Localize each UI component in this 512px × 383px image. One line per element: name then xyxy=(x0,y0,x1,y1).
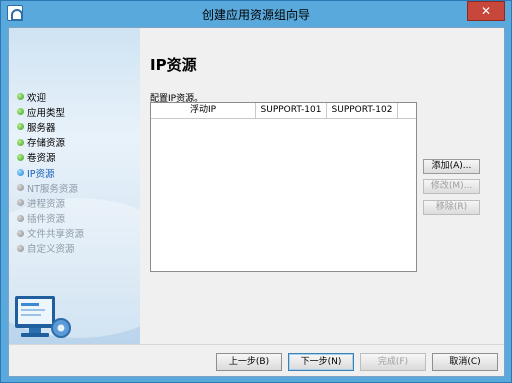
add-button[interactable]: 添加(A)... xyxy=(423,159,480,174)
wizard-window: 创建应用资源组向导 ✕ 欢迎 应用类型 服务器 存储资源 卷资源 IP资源 NT… xyxy=(0,0,512,383)
step-label: 进程资源 xyxy=(27,198,66,210)
window-title: 创建应用资源组向导 xyxy=(201,8,310,22)
step-status-icon xyxy=(17,214,24,222)
step-status-icon xyxy=(17,123,24,131)
step-label: 欢迎 xyxy=(27,92,47,104)
step-label: 应用类型 xyxy=(27,107,66,119)
step-nt-service: NT服务资源 xyxy=(17,180,84,195)
step-label: 自定义资源 xyxy=(27,244,75,256)
step-status-icon xyxy=(17,108,24,116)
step-label: 卷资源 xyxy=(27,153,56,165)
step-status-icon xyxy=(17,169,24,177)
remove-button[interactable]: 移除(R) xyxy=(423,200,480,215)
cancel-button[interactable]: 取消(C) xyxy=(432,353,498,371)
computer-gear-icon xyxy=(15,296,71,338)
step-welcome: 欢迎 xyxy=(17,89,84,104)
step-sidebar: 欢迎 应用类型 服务器 存储资源 卷资源 IP资源 NT服务资源 进程资源 插件… xyxy=(9,28,140,344)
step-app-type: 应用类型 xyxy=(17,104,84,119)
finish-button[interactable]: 完成(F) xyxy=(360,353,426,371)
step-status-icon xyxy=(17,244,24,252)
step-volume: 卷资源 xyxy=(17,150,84,165)
step-status-icon xyxy=(17,199,24,207)
wizard-body: 欢迎 应用类型 服务器 存储资源 卷资源 IP资源 NT服务资源 进程资源 插件… xyxy=(8,27,505,377)
step-ip: IP资源 xyxy=(17,165,84,180)
step-status-icon xyxy=(17,138,24,146)
column-header-support-102[interactable]: SUPPORT-102 xyxy=(327,103,398,118)
title-bar: 创建应用资源组向导 ✕ xyxy=(1,1,511,27)
step-label: 存储资源 xyxy=(27,138,66,150)
ip-resource-table[interactable]: 浮动IP SUPPORT-101 SUPPORT-102 xyxy=(150,102,417,272)
column-header-support-101[interactable]: SUPPORT-101 xyxy=(256,103,327,118)
step-storage: 存储资源 xyxy=(17,135,84,150)
step-list: 欢迎 应用类型 服务器 存储资源 卷资源 IP资源 NT服务资源 进程资源 插件… xyxy=(17,89,84,256)
step-status-icon xyxy=(17,184,24,192)
back-button[interactable]: 上一步(B) xyxy=(216,353,282,371)
step-server: 服务器 xyxy=(17,119,84,134)
step-label: NT服务资源 xyxy=(27,183,78,195)
step-status-icon xyxy=(17,153,24,161)
step-process: 进程资源 xyxy=(17,195,84,210)
step-file-share: 文件共享资源 xyxy=(17,226,84,241)
step-label: IP资源 xyxy=(27,168,55,180)
table-header: 浮动IP SUPPORT-101 SUPPORT-102 xyxy=(151,103,416,119)
step-label: 插件资源 xyxy=(27,214,66,226)
next-button[interactable]: 下一步(N) xyxy=(288,353,354,371)
edit-button[interactable]: 修改(M)... xyxy=(423,179,480,194)
step-status-icon xyxy=(17,93,24,101)
step-plugin: 插件资源 xyxy=(17,211,84,226)
step-custom: 自定义资源 xyxy=(17,241,84,256)
page-title: IP资源 xyxy=(150,56,197,74)
step-status-icon xyxy=(17,229,24,237)
wizard-footer: 上一步(B) 下一步(N) 完成(F) 取消(C) xyxy=(9,344,504,376)
step-label: 服务器 xyxy=(27,122,56,134)
close-button[interactable]: ✕ xyxy=(467,1,505,21)
step-label: 文件共享资源 xyxy=(27,229,85,241)
column-header-floating-ip[interactable]: 浮动IP xyxy=(151,103,256,118)
